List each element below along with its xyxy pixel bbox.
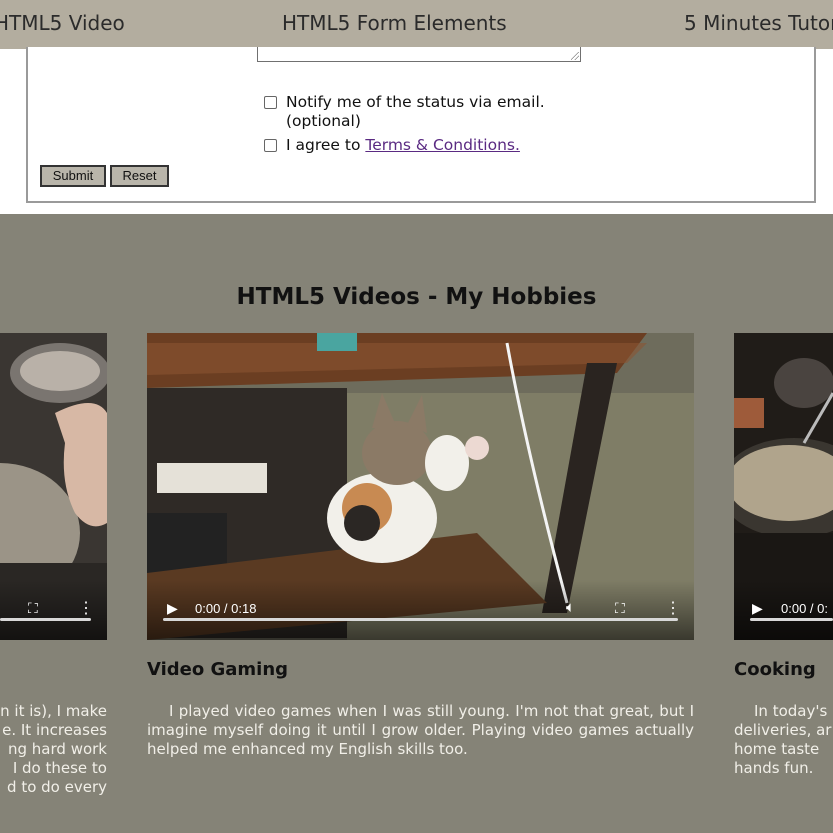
notify-label: Notify me of the status via email. (opti… <box>286 93 545 130</box>
agree-label: I agree to Terms & Conditions. <box>286 136 586 155</box>
agree-checkbox[interactable] <box>264 139 277 152</box>
agree-prefix: I agree to <box>286 136 366 154</box>
section-title: HTML5 Videos - My Hobbies <box>236 284 597 310</box>
video-controls-gaming: ▶ 0:00 / 0:18 🔈︎ ⛶ ⋮ <box>147 580 694 640</box>
video-time-cooking: 0:00 / 0: <box>781 601 828 616</box>
form-container: Notify me of the status via email. (opti… <box>26 47 816 203</box>
video-player-left[interactable]: ⛶ ⋮ <box>0 333 107 640</box>
play-icon[interactable]: ▶ <box>752 600 763 617</box>
submit-button[interactable]: Submit <box>40 165 106 187</box>
fullscreen-icon[interactable]: ⛶ <box>28 600 38 617</box>
more-options-icon[interactable]: ⋮ <box>665 598 681 618</box>
desc-line: n it is), I make <box>0 702 107 720</box>
card-title-cooking: Cooking <box>734 659 816 680</box>
card-desc-cooking: In today's deliveries, ar home taste han… <box>734 702 833 778</box>
video-controls-left: ⛶ ⋮ <box>0 580 107 640</box>
top-nav: HTML5 Video HTML5 Form Elements 5 Minute… <box>0 0 833 49</box>
notify-checkbox[interactable] <box>264 96 277 109</box>
message-textarea[interactable] <box>257 47 581 62</box>
desc-line: hands fun. <box>734 759 814 777</box>
nav-item-html5-video[interactable]: HTML5 Video <box>0 11 125 35</box>
resize-grip-icon[interactable] <box>571 52 579 60</box>
card-title-gaming: Video Gaming <box>147 659 289 680</box>
card-desc-left: n it is), I make e. It increases ng hard… <box>0 702 107 797</box>
volume-icon[interactable]: 🔈︎ <box>566 599 575 616</box>
desc-line: ng hard work <box>8 740 107 758</box>
desc-line: I do these to <box>12 759 107 777</box>
desc-line: d to do every <box>7 778 107 796</box>
video-time-gaming: 0:00 / 0:18 <box>195 601 257 616</box>
desc-line: deliveries, ar <box>734 721 832 739</box>
reset-button[interactable]: Reset <box>110 165 169 187</box>
nav-item-html5-form-elements[interactable]: HTML5 Form Elements <box>282 11 507 35</box>
desc-line: In today's <box>754 702 828 720</box>
video-player-cooking[interactable]: ▶ 0:00 / 0: <box>734 333 833 640</box>
video-controls-cooking: ▶ 0:00 / 0: <box>734 580 833 640</box>
nav-item-5-minutes-tutorial[interactable]: 5 Minutes Tutorial <box>684 11 833 35</box>
video-progress-gaming[interactable] <box>163 618 678 621</box>
play-icon[interactable]: ▶ <box>167 600 178 617</box>
card-desc-gaming: I played video games when I was still yo… <box>147 702 694 758</box>
video-progress-cooking[interactable] <box>750 618 833 621</box>
form-section: Notify me of the status via email. (opti… <box>0 47 833 214</box>
fullscreen-icon[interactable]: ⛶ <box>615 600 625 617</box>
video-player-gaming[interactable]: ▶ 0:00 / 0:18 🔈︎ ⛶ ⋮ <box>147 333 694 640</box>
video-progress-left[interactable] <box>0 618 91 621</box>
desc-line: e. It increases <box>2 721 107 739</box>
desc-line: home taste <box>734 740 820 758</box>
terms-link[interactable]: Terms & Conditions. <box>365 136 520 154</box>
more-options-icon[interactable]: ⋮ <box>78 598 94 618</box>
